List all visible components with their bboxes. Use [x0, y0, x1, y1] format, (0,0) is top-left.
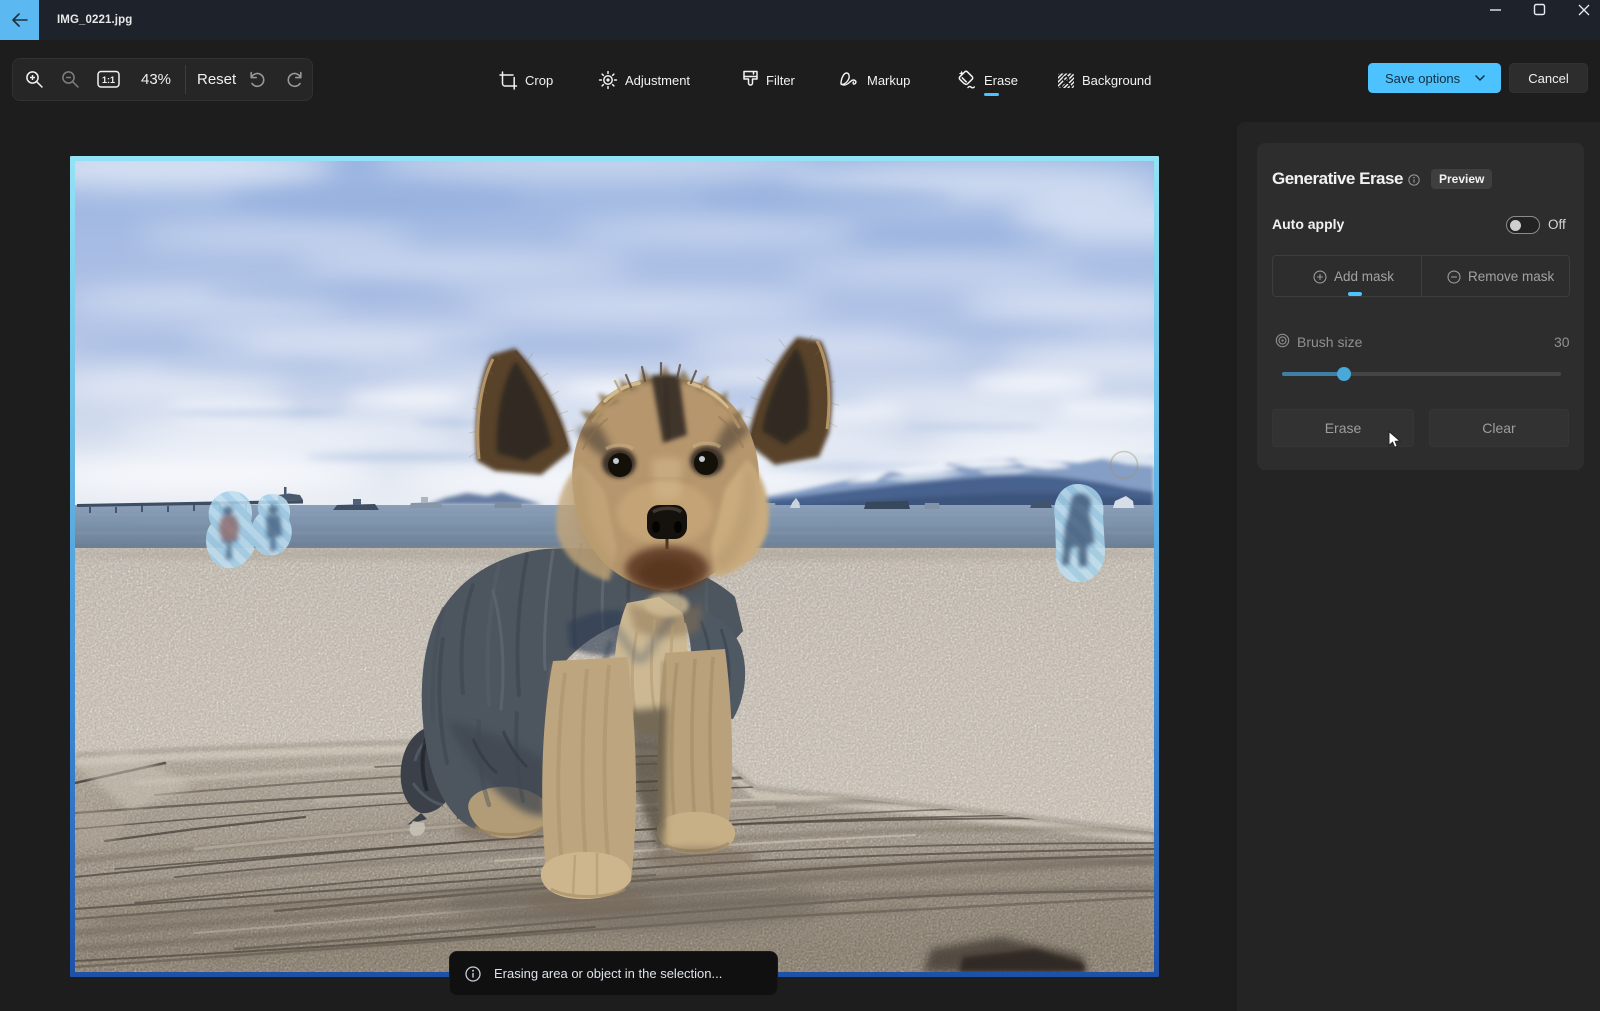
svg-text:1:1: 1:1 — [102, 75, 115, 85]
